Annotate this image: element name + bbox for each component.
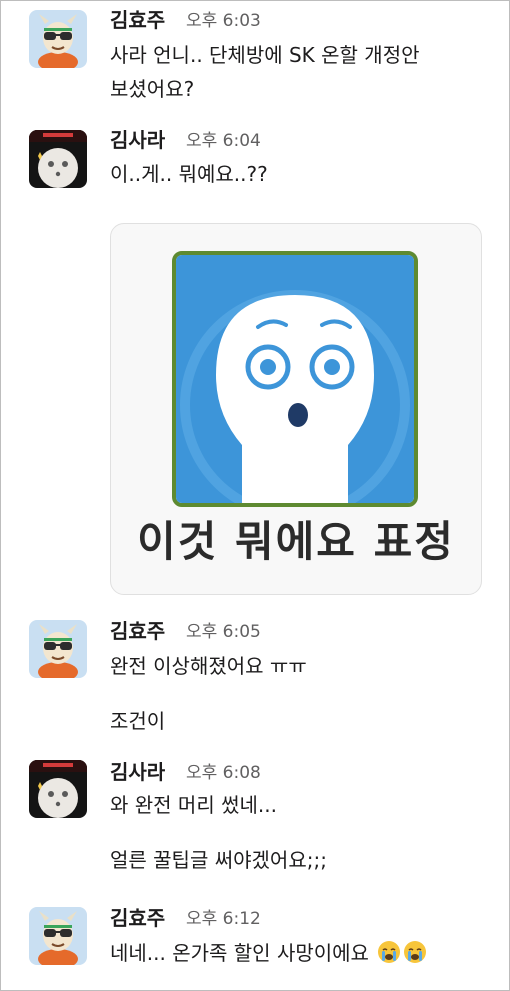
sticker-attachment[interactable]: 이것 뭐에요 표정: [110, 223, 482, 595]
sender-name[interactable]: 김사라: [110, 128, 165, 152]
crying-face-emoji-icon: [378, 941, 401, 963]
cartoon-goat-avatar-icon: [29, 10, 87, 68]
message-timestamp[interactable]: 오후 6:05: [186, 620, 261, 644]
message-text: 사라 언니.. 단체방에 SK 온할 개정안: [110, 43, 420, 67]
message-row: 네네... 온가족 할인 사망이에요: [110, 940, 427, 965]
message-timestamp[interactable]: 오후 6:12: [186, 907, 261, 931]
message-timestamp[interactable]: 오후 6:04: [186, 129, 261, 153]
sender-name[interactable]: 김효주: [110, 619, 165, 643]
message-text: 완전 이상해졌어요 ㅠㅠ: [110, 654, 307, 678]
sender-name[interactable]: 김사라: [110, 760, 165, 784]
message-text: 네네... 온가족 할인 사망이에요: [110, 941, 369, 965]
crying-face-emoji-icon: [404, 941, 427, 963]
message-text: 조건이: [110, 709, 166, 733]
cartoon-goat-avatar-icon: [29, 907, 87, 965]
avatar-hyoju[interactable]: [29, 907, 87, 965]
sender-name[interactable]: 김효주: [110, 906, 165, 930]
avatar-hyoju[interactable]: [29, 620, 87, 678]
sender-name[interactable]: 김효주: [110, 8, 165, 32]
message-timestamp[interactable]: 오후 6:03: [186, 9, 261, 33]
message-text: 보셨어요?: [110, 77, 195, 101]
white-figure-avatar-icon: [29, 760, 87, 818]
message-text: 이..게.. 뭐예요..??: [110, 162, 268, 186]
sticker-caption: 이것 뭐에요 표정: [137, 517, 455, 566]
message-text: 와 완전 머리 썼네...: [110, 793, 277, 817]
surprised-face-sticker-icon: [176, 255, 414, 503]
message-timestamp[interactable]: 오후 6:08: [186, 761, 261, 785]
avatar-hyoju[interactable]: [29, 10, 87, 68]
cartoon-goat-avatar-icon: [29, 620, 87, 678]
white-figure-avatar-icon: [29, 130, 87, 188]
avatar-sara[interactable]: [29, 130, 87, 188]
sticker-image: [172, 251, 418, 507]
message-text: 얼른 꿀팁글 써야겠어요;;;: [110, 848, 327, 872]
avatar-sara[interactable]: [29, 760, 87, 818]
